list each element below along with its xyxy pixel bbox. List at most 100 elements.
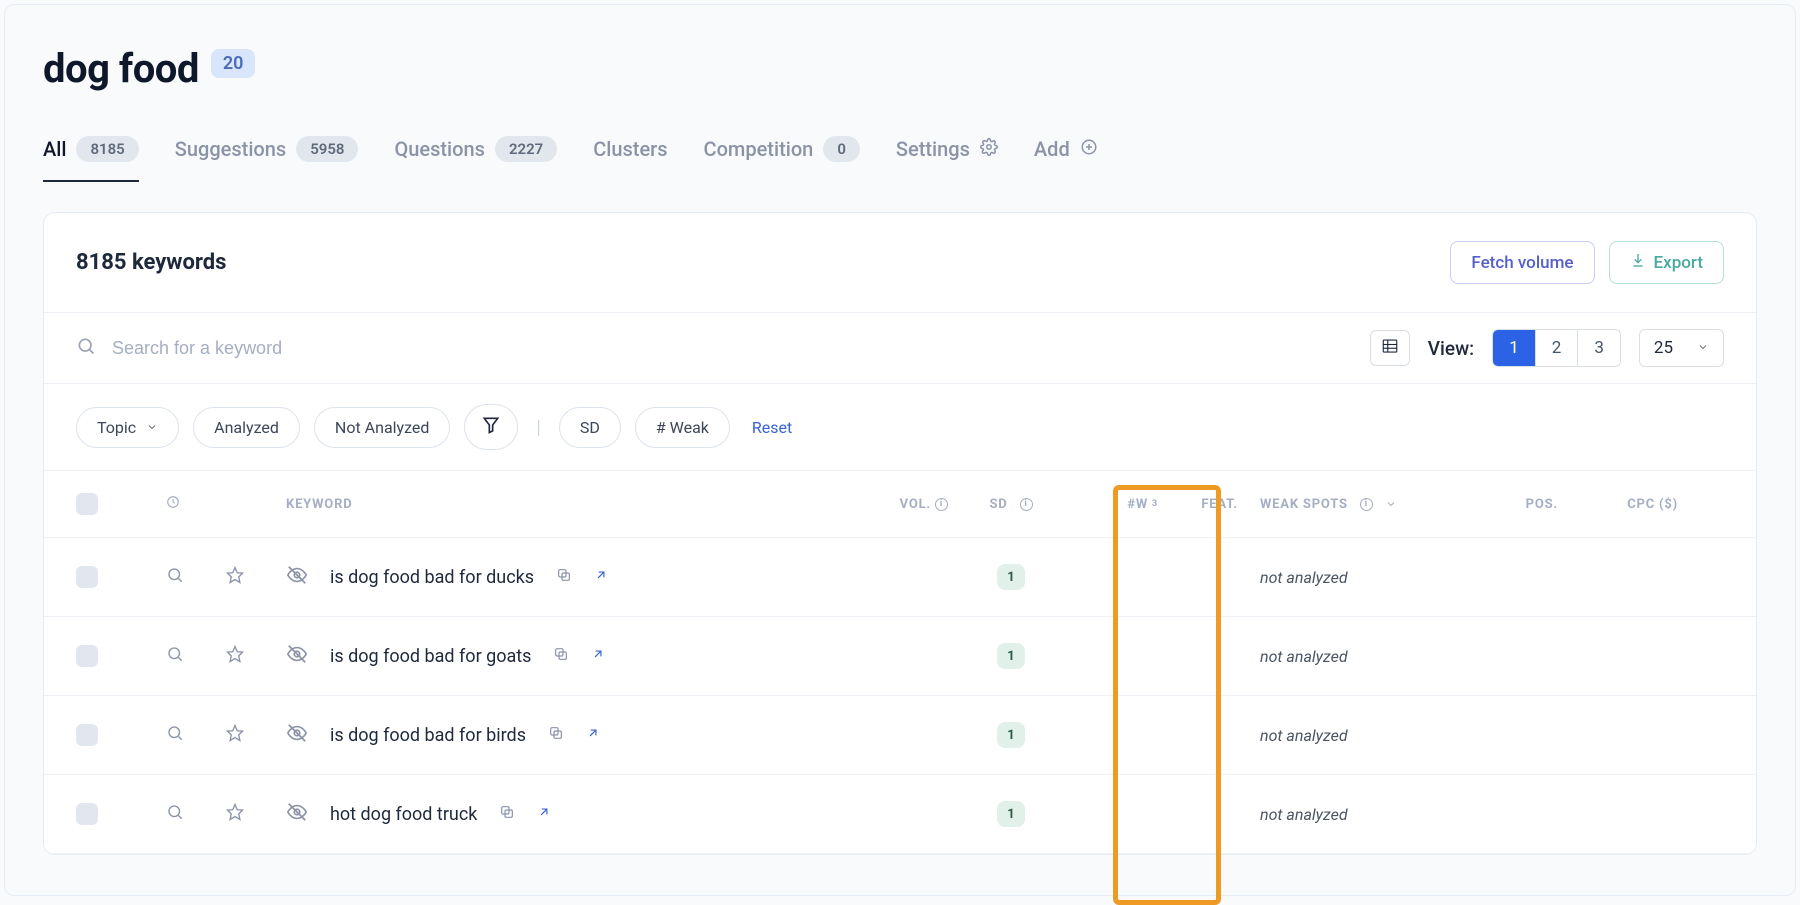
row-checkbox[interactable]	[76, 645, 98, 667]
reset-filters-link[interactable]: Reset	[744, 418, 792, 437]
tab-clusters[interactable]: Clusters	[593, 137, 667, 181]
copy-icon[interactable]	[553, 646, 569, 666]
filter-analyzed-label: Analyzed	[214, 418, 279, 437]
tab-competition-count: 0	[823, 136, 860, 162]
tab-all-label: All	[43, 137, 66, 161]
tab-questions-label: Questions	[394, 137, 484, 161]
panel-title: 8185 keywords	[76, 250, 226, 275]
filter-sd-label: SD	[580, 418, 600, 437]
page-3-button[interactable]: 3	[1577, 330, 1620, 366]
row-checkbox[interactable]	[76, 724, 98, 746]
tabs-nav: All 8185 Suggestions 5958 Questions 2227…	[43, 136, 1757, 182]
weak-spots-value: not analyzed	[1246, 805, 1446, 824]
keyword-text: hot dog food truck	[330, 804, 477, 825]
eye-off-icon[interactable]	[286, 801, 308, 827]
search-icon[interactable]	[166, 645, 184, 667]
filter-weak-label: # Weak	[656, 418, 709, 437]
external-link-icon[interactable]	[537, 805, 551, 823]
search-input[interactable]	[112, 338, 1370, 359]
filter-analyzed[interactable]: Analyzed	[193, 407, 300, 448]
col-weak-spots[interactable]: WEAK SPOTS i	[1246, 497, 1446, 512]
fetch-volume-button[interactable]: Fetch volume	[1450, 241, 1594, 284]
star-icon[interactable]	[226, 566, 244, 588]
copy-icon[interactable]	[556, 567, 572, 587]
page-selector: 1 2 3	[1492, 329, 1621, 367]
tab-competition[interactable]: Competition 0	[704, 136, 860, 182]
info-icon: i	[1020, 498, 1033, 511]
plus-circle-icon	[1080, 137, 1098, 161]
select-all-checkbox[interactable]	[76, 493, 98, 515]
table-row: is dog food bad for goats 1 not analyzed	[44, 617, 1756, 696]
filter-funnel[interactable]	[464, 404, 518, 450]
chevron-down-icon	[146, 418, 158, 437]
copy-icon[interactable]	[499, 804, 515, 824]
weak-spots-value: not analyzed	[1246, 647, 1446, 666]
filter-sd[interactable]: SD	[559, 407, 621, 448]
tab-competition-label: Competition	[704, 137, 814, 161]
sd-value: 1	[997, 643, 1025, 669]
tab-add[interactable]: Add	[1034, 137, 1098, 181]
col-cpc[interactable]: CPC ($)	[1566, 497, 1686, 512]
col-weak-spots-label: WEAK SPOTS	[1260, 497, 1348, 512]
view-label: View:	[1428, 337, 1474, 360]
table-row: is dog food bad for ducks 1 not analyzed	[44, 538, 1756, 617]
row-checkbox[interactable]	[76, 566, 98, 588]
external-link-icon[interactable]	[591, 647, 605, 665]
filter-not-analyzed-label: Not Analyzed	[335, 418, 430, 437]
keyword-text: is dog food bad for birds	[330, 725, 526, 746]
page-1-button[interactable]: 1	[1493, 330, 1535, 366]
filter-weak[interactable]: # Weak	[635, 407, 730, 448]
tab-all-count: 8185	[76, 136, 138, 162]
page-title: dog food	[43, 45, 199, 92]
star-icon[interactable]	[226, 645, 244, 667]
gear-icon	[980, 137, 998, 161]
col-w[interactable]: #W3	[1066, 497, 1166, 512]
eye-off-icon[interactable]	[286, 564, 308, 590]
col-vol[interactable]: VOL.i	[816, 497, 956, 512]
page-2-button[interactable]: 2	[1535, 330, 1578, 366]
tab-settings[interactable]: Settings	[896, 137, 998, 181]
external-link-icon[interactable]	[586, 726, 600, 744]
export-label: Export	[1654, 253, 1703, 273]
tab-suggestions-count: 5958	[296, 136, 358, 162]
col-w-label: #W	[1127, 497, 1148, 512]
info-icon: i	[1360, 498, 1373, 511]
eye-off-icon[interactable]	[286, 722, 308, 748]
info-icon: i	[935, 498, 948, 511]
chevron-down-icon	[1697, 338, 1709, 358]
keyword-text: is dog food bad for ducks	[330, 567, 534, 588]
col-feat[interactable]: FEAT.	[1166, 497, 1246, 512]
col-sd[interactable]: SD i	[956, 497, 1066, 512]
filter-topic[interactable]: Topic	[76, 407, 179, 448]
col-keyword[interactable]: KEYWORD	[286, 497, 816, 512]
star-icon[interactable]	[226, 803, 244, 825]
copy-icon[interactable]	[548, 725, 564, 745]
page-size-value: 25	[1654, 338, 1673, 358]
weak-spots-value: not analyzed	[1246, 568, 1446, 587]
search-icon[interactable]	[166, 566, 184, 588]
sd-value: 1	[997, 722, 1025, 748]
keyword-text: is dog food bad for goats	[330, 646, 531, 667]
tab-suggestions[interactable]: Suggestions 5958	[175, 136, 359, 182]
tab-clusters-label: Clusters	[593, 137, 667, 161]
col-pos[interactable]: POS.	[1446, 497, 1566, 512]
external-link-icon[interactable]	[594, 568, 608, 586]
table-layout-toggle[interactable]	[1370, 330, 1410, 366]
search-icon	[76, 336, 96, 360]
search-icon[interactable]	[166, 803, 184, 825]
fetch-volume-label: Fetch volume	[1471, 253, 1573, 273]
table-row: hot dog food truck 1 not analyzed	[44, 775, 1756, 854]
eye-off-icon[interactable]	[286, 643, 308, 669]
filter-separator: |	[532, 417, 544, 438]
tab-questions-count: 2227	[495, 136, 557, 162]
keywords-panel: 8185 keywords Fetch volume Export	[43, 212, 1757, 855]
export-button[interactable]: Export	[1609, 241, 1724, 284]
weak-spots-value: not analyzed	[1246, 726, 1446, 745]
search-icon[interactable]	[166, 724, 184, 746]
tab-questions[interactable]: Questions 2227	[394, 136, 557, 182]
page-size-select[interactable]: 25	[1639, 329, 1724, 367]
filter-not-analyzed[interactable]: Not Analyzed	[314, 407, 451, 448]
star-icon[interactable]	[226, 724, 244, 746]
row-checkbox[interactable]	[76, 803, 98, 825]
tab-all[interactable]: All 8185	[43, 136, 139, 182]
